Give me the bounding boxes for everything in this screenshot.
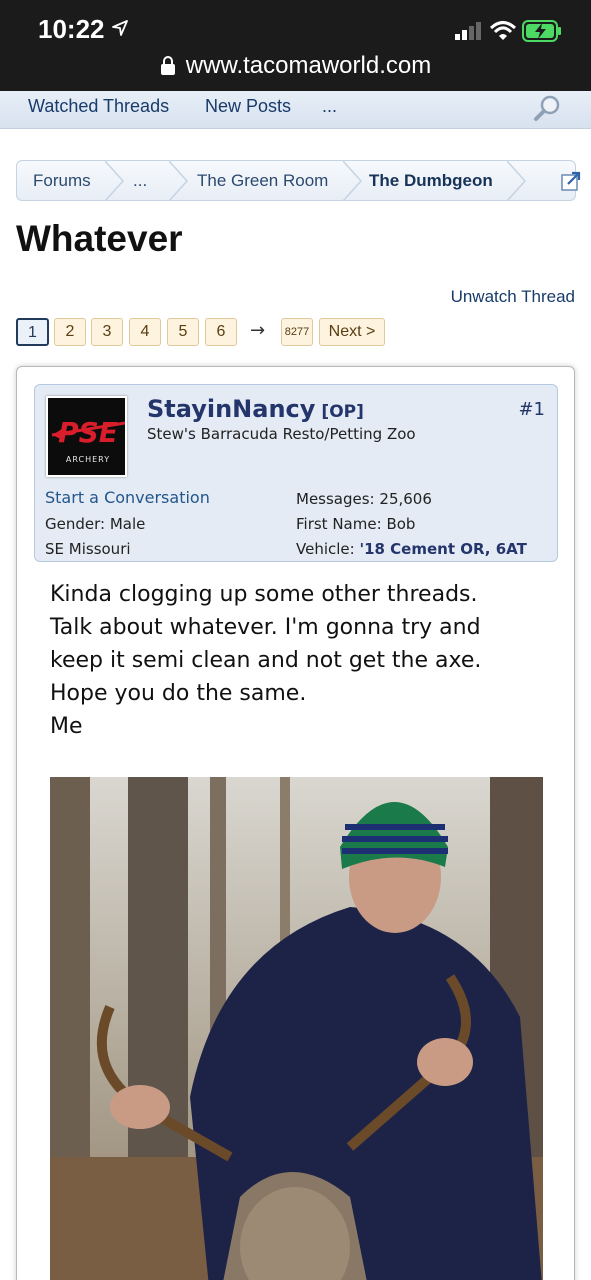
- gender-value: Male: [109, 515, 146, 533]
- message-line: Me: [50, 714, 83, 739]
- crumb-forums[interactable]: Forums: [33, 171, 91, 191]
- cell-signal-icon: [455, 22, 481, 40]
- location: SE Missouri: [45, 540, 131, 558]
- post-number[interactable]: #1: [518, 399, 545, 420]
- start-conversation-link[interactable]: Start a Conversation: [45, 488, 210, 507]
- gender-label: Gender:: [45, 515, 106, 533]
- next-page-button[interactable]: Next >: [319, 318, 385, 346]
- pse-archery-logo: PSE ARCHERY: [48, 398, 125, 475]
- page-link[interactable]: 4: [129, 318, 161, 346]
- post-photo[interactable]: [50, 777, 543, 1280]
- crumb-separator: [169, 161, 189, 201]
- first-name-value: Bob: [386, 515, 416, 533]
- message-line: Hope you do the same.: [50, 681, 307, 706]
- page-link-last[interactable]: 8277: [281, 318, 313, 346]
- svg-text:PSE: PSE: [58, 416, 118, 449]
- messages-label: Messages:: [296, 490, 375, 508]
- page-link[interactable]: 5: [167, 318, 199, 346]
- user-info-block: PSE ARCHERY StayinNancy [OP] #1 Stew's Ba…: [34, 384, 558, 562]
- vehicle-row: Vehicle: '18 Cement OR, 6AT: [296, 540, 527, 558]
- crumb-ellipsis[interactable]: ...: [133, 171, 147, 191]
- crumb-separator: [105, 161, 125, 201]
- message-line: Talk about whatever. I'm gonna try and: [50, 615, 481, 640]
- nav-watched-threads[interactable]: Watched Threads: [28, 96, 169, 117]
- vehicle-label: Vehicle:: [296, 540, 355, 558]
- avatar[interactable]: PSE ARCHERY: [46, 396, 127, 477]
- clock: 10:22: [38, 14, 105, 44]
- wifi-icon: [490, 21, 516, 40]
- hunter-deer-photo: [50, 777, 543, 1280]
- page-link[interactable]: 2: [54, 318, 86, 346]
- first-name-label: First Name:: [296, 515, 382, 533]
- status-bar: 10:22 www.tacomaworld.com: [0, 0, 591, 91]
- lock-icon: [160, 56, 175, 75]
- popout-icon[interactable]: [560, 170, 582, 192]
- messages-row: Messages: 25,606: [296, 490, 432, 508]
- crumb-dumbgeon[interactable]: The Dumbgeon: [369, 171, 493, 191]
- crumb-green-room[interactable]: The Green Room: [197, 171, 328, 191]
- vehicle-value[interactable]: '18 Cement OR, 6AT: [359, 540, 526, 558]
- page-link[interactable]: 1: [16, 318, 49, 346]
- username[interactable]: StayinNancy [OP]: [147, 395, 364, 423]
- url-bar[interactable]: www.tacomaworld.com: [0, 52, 591, 86]
- svg-text:ARCHERY: ARCHERY: [66, 455, 110, 464]
- crumb-separator: [343, 161, 363, 201]
- unwatch-thread-link[interactable]: Unwatch Thread: [451, 287, 575, 307]
- page-title: Whatever: [16, 218, 183, 259]
- first-name-row: First Name: Bob: [296, 515, 415, 533]
- breadcrumb: Forums ... The Green Room The Dumbgeon: [16, 160, 581, 201]
- page-link[interactable]: 6: [205, 318, 237, 346]
- crumb-separator: [507, 161, 527, 201]
- op-badge: [OP]: [321, 402, 364, 422]
- username-text[interactable]: StayinNancy: [147, 395, 315, 423]
- page-skip-arrow: →: [250, 320, 266, 341]
- gender-row: Gender: Male: [45, 515, 145, 533]
- nav-more[interactable]: ...: [322, 96, 337, 117]
- message-line: Kinda clogging up some other threads.: [50, 582, 478, 607]
- search-icon[interactable]: [533, 94, 561, 122]
- user-title: Stew's Barracuda Resto/Petting Zoo: [147, 425, 416, 443]
- nav-new-posts[interactable]: New Posts: [205, 96, 291, 117]
- messages-value: 25,606: [379, 490, 432, 508]
- battery-charging-icon: [522, 20, 561, 42]
- page-link[interactable]: 3: [91, 318, 123, 346]
- top-nav: Watched Threads New Posts ...: [0, 91, 591, 129]
- post-message: Kinda clogging up some other threads. Ta…: [50, 578, 550, 743]
- message-line: keep it semi clean and not get the axe.: [50, 648, 482, 673]
- location-arrow-icon: [112, 20, 128, 36]
- post: PSE ARCHERY StayinNancy [OP] #1 Stew's Ba…: [16, 366, 575, 1280]
- url-text: www.tacomaworld.com: [185, 52, 432, 79]
